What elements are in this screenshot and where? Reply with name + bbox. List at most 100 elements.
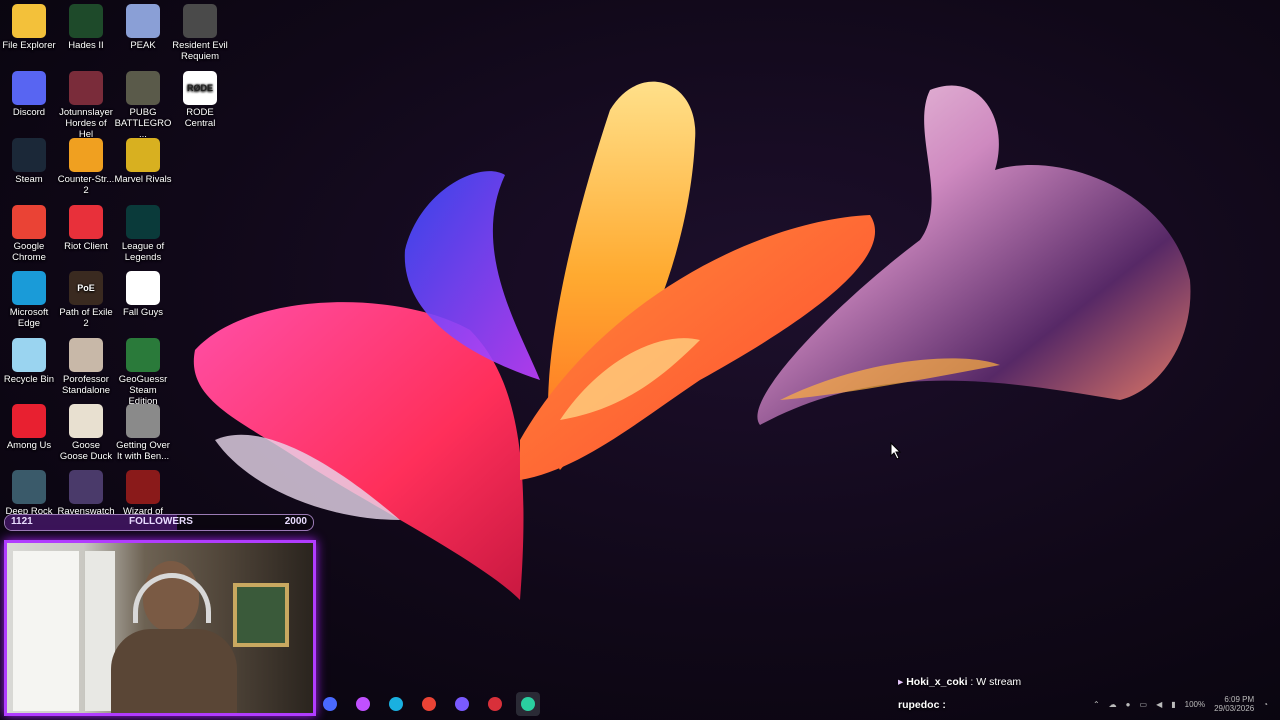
among-us-icon — [12, 404, 46, 438]
chrome-icon — [12, 205, 46, 239]
speaker-icon[interactable]: ◀ — [1156, 700, 1162, 709]
desktop-icon[interactable]: PoE Path of Exile 2 — [57, 271, 115, 329]
cloud-icon[interactable]: ☁ — [1109, 700, 1117, 709]
chat-text: W stream — [976, 676, 1022, 688]
chat-message: ▸ Hoki_x_coki : W stream — [898, 676, 1022, 688]
app-icon — [521, 697, 535, 711]
microphone-icon[interactable]: ● — [1126, 700, 1131, 709]
desktop-icon[interactable]: Counter-Str... 2 — [57, 138, 115, 196]
desktop-icon[interactable]: Recycle Bin — [0, 338, 58, 385]
desktop-icon[interactable]: Riot Client — [57, 205, 115, 252]
taskbar-app-icon[interactable] — [516, 692, 540, 716]
desktop-icon-label: PUBG BATTLEGRO... — [114, 107, 172, 140]
goose-icon — [69, 404, 103, 438]
recycle-bin-icon — [12, 338, 46, 372]
desktop-icon[interactable]: Jotunnslayer Hordes of Hel — [57, 71, 115, 140]
folder-icon — [12, 4, 46, 38]
desktop-icon-label: Google Chrome — [12, 241, 46, 263]
chat-current-user: rupedoc : — [898, 699, 946, 711]
desktop-icon-label: Fall Guys — [122, 307, 164, 318]
desktop-icon[interactable]: Deep Rock — [0, 470, 58, 517]
desktop-icon-label: PEAK — [130, 40, 156, 51]
app-icon — [488, 697, 502, 711]
clock-date: 29/03/2026 — [1214, 704, 1255, 713]
notification-bell-icon[interactable]: ◔ — [1263, 700, 1268, 709]
desktop-icon[interactable]: League of Legends — [114, 205, 172, 263]
desktop-icon-label: League of Legends — [121, 241, 165, 263]
desktop-icon[interactable]: Resident Evil Requiem — [171, 4, 229, 62]
resident-evil-icon — [183, 4, 217, 38]
desktop-icon-label: Getting Over It with Ben... — [116, 440, 170, 462]
taskbar-apps — [318, 692, 540, 716]
wizard-icon — [126, 470, 160, 504]
desktop-icon-label: Jotunnslayer Hordes of Hel — [59, 107, 113, 140]
copilot-icon — [356, 697, 370, 711]
desktop-icon[interactable]: Fall Guys — [114, 271, 172, 318]
desktop-icon-label: File Explorer — [2, 40, 56, 51]
app-icon — [323, 697, 337, 711]
edge-icon — [12, 271, 46, 305]
desktop-icon-label: RODE Central — [184, 107, 216, 129]
desktop-icon-label: Counter-Str... 2 — [57, 174, 115, 196]
mouse-cursor-icon — [890, 442, 902, 460]
chat-overlay: ▸ Hoki_x_coki : W stream rupedoc : — [898, 676, 1021, 711]
desktop-icon[interactable]: Steam — [0, 138, 58, 185]
hammer-icon — [126, 404, 160, 438]
desktop-icon[interactable]: Wizard of — [114, 470, 172, 517]
desktop-icon[interactable]: GeoGuessr Steam Edition — [114, 338, 172, 407]
taskbar-discord-icon[interactable] — [450, 692, 474, 716]
desktop-icon[interactable]: Getting Over It with Ben... — [114, 404, 172, 462]
porofessor-icon — [69, 338, 103, 372]
battery-icon[interactable]: ▮ — [1171, 700, 1175, 709]
desktop-icon[interactable]: PEAK — [114, 4, 172, 51]
monitor-icon[interactable]: ▭ — [1140, 700, 1148, 709]
desktop-icon-label: Marvel Rivals — [114, 174, 172, 185]
marvel-rivals-icon — [126, 138, 160, 172]
desktop-icon[interactable]: RØDE RODE Central — [171, 71, 229, 129]
taskbar-app-icon[interactable] — [483, 692, 507, 716]
clock[interactable]: 6:09 PM 29/03/2026 — [1214, 695, 1254, 713]
taskbar-app-icon[interactable] — [318, 692, 342, 716]
followers-goal-bar: 1121 FOLLOWERS 2000 — [4, 514, 314, 531]
desktop-icon-label: Riot Client — [64, 241, 108, 252]
desktop-icon[interactable]: Ravenswatch — [57, 470, 115, 517]
taskbar-chrome-icon[interactable] — [417, 692, 441, 716]
desktop-icon-label: Goose Goose Duck — [59, 440, 113, 462]
desktop-icon[interactable]: Microsoft Edge — [0, 271, 58, 329]
desktop-icon[interactable]: Among Us — [0, 404, 58, 451]
desktop-icon[interactable]: File Explorer — [0, 4, 58, 51]
desktop-icon-label: Microsoft Edge — [9, 307, 49, 329]
webcam-feed — [4, 540, 316, 716]
desktop-icon[interactable]: Hades II — [57, 4, 115, 51]
geoguessr-icon — [126, 338, 160, 372]
clock-time: 6:09 PM — [1224, 695, 1255, 704]
followers-label: FOLLOWERS — [129, 516, 193, 527]
taskbar-copilot-icon[interactable] — [351, 692, 375, 716]
desktop-icon[interactable]: Discord — [0, 71, 58, 118]
followers-goal: 2000 — [284, 516, 307, 527]
deep-rock-icon — [12, 470, 46, 504]
chevron-up-icon[interactable]: ⌃ — [1093, 700, 1100, 709]
desktop-icon-label: GeoGuessr Steam Edition — [118, 374, 168, 407]
desktop-icon[interactable]: Marvel Rivals — [114, 138, 172, 185]
peak-icon — [126, 4, 160, 38]
desktop-icon[interactable]: Goose Goose Duck — [57, 404, 115, 462]
desktop-icon-label: Hades II — [68, 40, 104, 51]
pubg-icon — [126, 71, 160, 105]
chat-username: Hoki_x_coki — [906, 676, 968, 688]
desktop-icon[interactable]: PUBG BATTLEGRO... — [114, 71, 172, 140]
window-shape — [13, 551, 79, 711]
desktop-icon-label: Among Us — [6, 440, 52, 451]
desktop-icon[interactable]: Google Chrome — [0, 205, 58, 263]
riot-icon — [69, 205, 103, 239]
rode-icon: RØDE — [183, 71, 217, 105]
desktop-icon-label: Path of Exile 2 — [59, 307, 113, 329]
path-of-exile-icon: PoE — [69, 271, 103, 305]
desktop-icon[interactable]: Porofessor Standalone — [57, 338, 115, 396]
desktop-icon-label: Resident Evil Requiem — [172, 40, 228, 62]
taskbar-edge-icon[interactable] — [384, 692, 408, 716]
person-body-shape — [111, 629, 237, 713]
followers-current: 1121 — [11, 516, 33, 527]
counter-strike-icon — [69, 138, 103, 172]
league-icon — [126, 205, 160, 239]
